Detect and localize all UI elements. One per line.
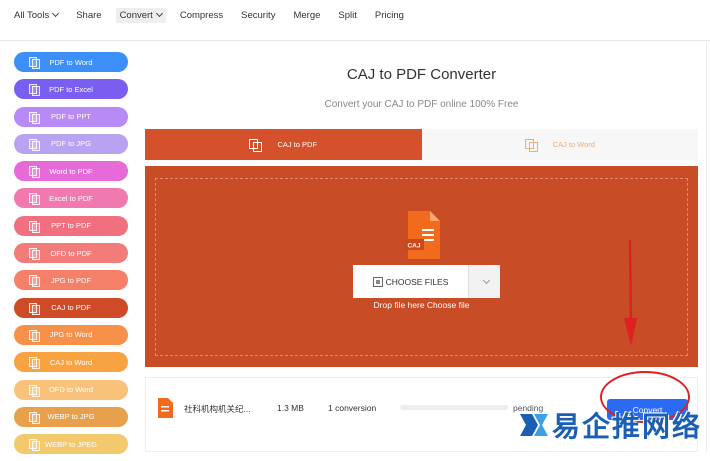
document-icon (249, 139, 263, 152)
document-icon (29, 411, 40, 424)
scrollbar[interactable] (706, 40, 710, 452)
document-icon (29, 329, 40, 342)
sidebar-item-label: JPG to PDF (50, 275, 91, 285)
file-name: 社科机构机关纪... (184, 404, 251, 414)
caj-file-icon-label: CAJ (407, 243, 420, 250)
sidebar-item-jpg-to-word[interactable]: JPG to Word (14, 324, 128, 345)
nav-all-tools-label: All Tools (14, 9, 50, 21)
nav-share[interactable]: Share (76, 10, 101, 21)
sidebar-item-pdf-to-jpg[interactable]: PDF to JPG (14, 133, 128, 154)
sidebar-item-label: WEBP to JPG (47, 412, 95, 422)
tab-caj-to-pdf-label: CAJ to PDF (277, 140, 318, 149)
sidebar-item-label: JPG to Word (49, 330, 93, 340)
nav-security-label: Security (241, 9, 276, 21)
sidebar-item-word-to-pdf[interactable]: Word to PDF (14, 161, 128, 182)
document-icon (29, 193, 40, 206)
tab-caj-to-word[interactable]: CAJ to Word (421, 129, 698, 160)
document-icon (29, 84, 40, 97)
nav-pricing[interactable]: Pricing (375, 10, 404, 21)
document-icon (524, 139, 538, 152)
file-conversion-count: 1 conversion (328, 403, 377, 413)
tool-sidebar: PDF to Word PDF to Excel PDF to PPT PDF to … (14, 52, 128, 461)
chevron-down-icon (52, 9, 60, 18)
document-icon (29, 248, 40, 261)
nav-merge-label: Merge (293, 9, 321, 21)
page-title: CAJ to PDF Converter (346, 66, 497, 83)
document-icon (29, 57, 40, 69)
sidebar-item-caj-to-pdf[interactable]: CAJ to PDF (14, 297, 128, 318)
sidebar-item-label: CAJ to Word (49, 357, 93, 367)
main-panel: CAJ to PDF Converter Convert your CAJ to… (145, 41, 698, 452)
sidebar-item-label: OFD to PDF (50, 248, 92, 258)
nav-pricing-label: Pricing (374, 9, 404, 21)
document-icon (29, 111, 40, 124)
sidebar-item-excel-to-pdf[interactable]: Excel to PDF (14, 188, 128, 209)
document-icon (29, 357, 40, 370)
chevron-down-icon (155, 9, 163, 18)
sidebar-item-ofd-to-word[interactable]: OFD to Word (14, 379, 128, 400)
document-icon (29, 138, 40, 151)
document-icon (29, 166, 40, 179)
nav-merge[interactable]: Merge (293, 10, 320, 21)
drop-hint: Drop file here Choose file (373, 300, 470, 310)
watermark-logo-icon (520, 414, 548, 436)
sidebar-item-label: PPT to PDF (51, 221, 91, 231)
sidebar-item-label: Word to PDF (49, 166, 93, 176)
sidebar-item-label: Excel to PDF (49, 193, 93, 203)
conversion-tabs: CAJ to PDF CAJ to Word (145, 129, 698, 160)
document-icon (29, 384, 40, 397)
sidebar-item-webp-to-jpeg[interactable]: WEBP to JPEG (14, 434, 128, 455)
nav-compress-label: Compress (179, 9, 224, 21)
sidebar-item-ofd-to-pdf[interactable]: OFD to PDF (14, 243, 128, 264)
caj-file-icon: CAJ (404, 211, 440, 259)
sidebar-item-label: PDF to PPT (50, 112, 91, 122)
document-icon (29, 275, 40, 288)
sidebar-item-label: OFD to Word (48, 385, 94, 395)
tab-caj-to-word-label: CAJ to Word (552, 140, 595, 149)
sidebar-item-label: PDF to Excel (49, 84, 93, 94)
choose-files-label: CHOOSE FILES (385, 276, 449, 287)
nav-compress[interactable]: Compress (180, 10, 223, 21)
sidebar-item-ppt-to-pdf[interactable]: PPT to PDF (14, 215, 128, 236)
sidebar-item-label: WEBP to JPEG (45, 439, 97, 449)
nav-convert[interactable]: Convert (115, 7, 166, 23)
watermark: 易企推网络 (518, 405, 702, 445)
nav-security[interactable]: Security (241, 10, 275, 21)
sidebar-item-label: PDF to JPG (50, 139, 91, 149)
document-icon (29, 439, 40, 452)
choose-files-group: CHOOSE FILES (353, 265, 500, 298)
document-icon (29, 302, 40, 315)
nav-convert-label: Convert (119, 9, 153, 21)
file-size: 1.3 MB (277, 403, 304, 413)
choose-files-button[interactable]: CHOOSE FILES (353, 265, 468, 298)
sidebar-item-label: PDF to Word (49, 57, 93, 67)
sidebar-item-jpg-to-pdf[interactable]: JPG to PDF (14, 270, 128, 291)
nav-share-label: Share (76, 9, 102, 21)
document-icon (29, 220, 40, 233)
sidebar-item-pdf-to-excel[interactable]: PDF to Excel (14, 79, 128, 100)
tab-caj-to-pdf[interactable]: CAJ to PDF (145, 129, 422, 160)
watermark-text: 易企推网络 (552, 410, 703, 443)
nav-all-tools[interactable]: All Tools (14, 9, 60, 21)
choose-source-dropdown[interactable] (468, 265, 500, 298)
caj-file-small-icon (158, 398, 173, 418)
sidebar-item-pdf-to-word[interactable]: PDF to Word (14, 52, 128, 72)
sidebar-item-webp-to-jpg[interactable]: WEBP to JPG (14, 406, 128, 427)
sidebar-item-label: CAJ to PDF (51, 303, 91, 313)
progress-bar (400, 405, 508, 410)
sidebar-item-caj-to-word[interactable]: CAJ to Word (14, 352, 128, 373)
nav-split-label: Split (338, 9, 357, 21)
top-nav: All Tools Share Convert Compress Securit… (0, 0, 710, 30)
sidebar-item-pdf-to-ppt[interactable]: PDF to PPT (14, 106, 128, 127)
chevron-down-icon (482, 276, 491, 284)
page-subtitle: Convert your CAJ to PDF online 100% Free (324, 99, 519, 110)
nav-split[interactable]: Split (338, 10, 356, 21)
file-icon (372, 276, 383, 287)
